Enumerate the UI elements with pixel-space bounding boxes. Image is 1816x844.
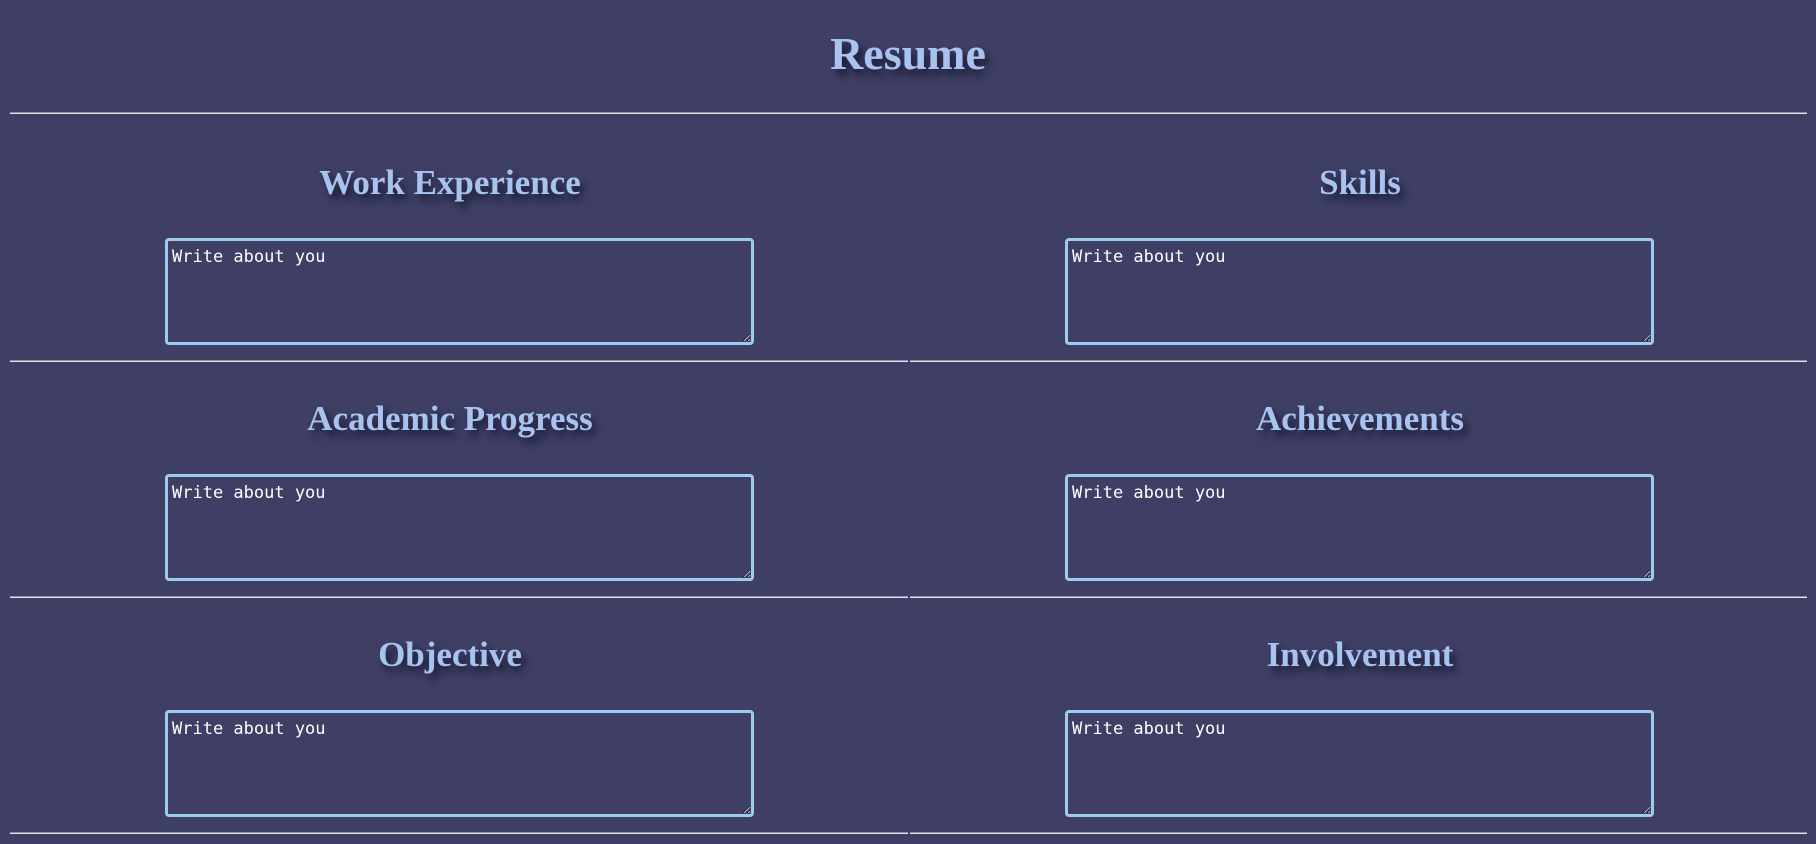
section-involvement: Involvement [910,598,1810,834]
academic-progress-textarea[interactable] [165,474,754,581]
involvement-textarea[interactable] [1065,710,1654,817]
row-divider-right-3 [910,832,1807,834]
involvement-heading: Involvement [1266,635,1454,674]
objective-heading: Objective [378,635,522,674]
objective-textarea[interactable] [165,710,754,817]
section-academic-progress: Academic Progress [0,362,900,598]
achievements-heading: Achievements [1255,399,1464,438]
row-divider-left-3 [10,832,908,834]
page-title: Resume [830,28,986,79]
section-work-experience: Work Experience [0,126,900,362]
section-achievements: Achievements [910,362,1810,598]
header-divider [10,112,1807,114]
achievements-textarea[interactable] [1065,474,1654,581]
academic-progress-heading: Academic Progress [307,399,593,438]
skills-textarea[interactable] [1065,238,1654,345]
section-skills: Skills [910,126,1810,362]
section-objective: Objective [0,598,900,834]
work-experience-textarea[interactable] [165,238,754,345]
work-experience-heading: Work Experience [319,163,581,202]
skills-heading: Skills [1319,163,1401,202]
